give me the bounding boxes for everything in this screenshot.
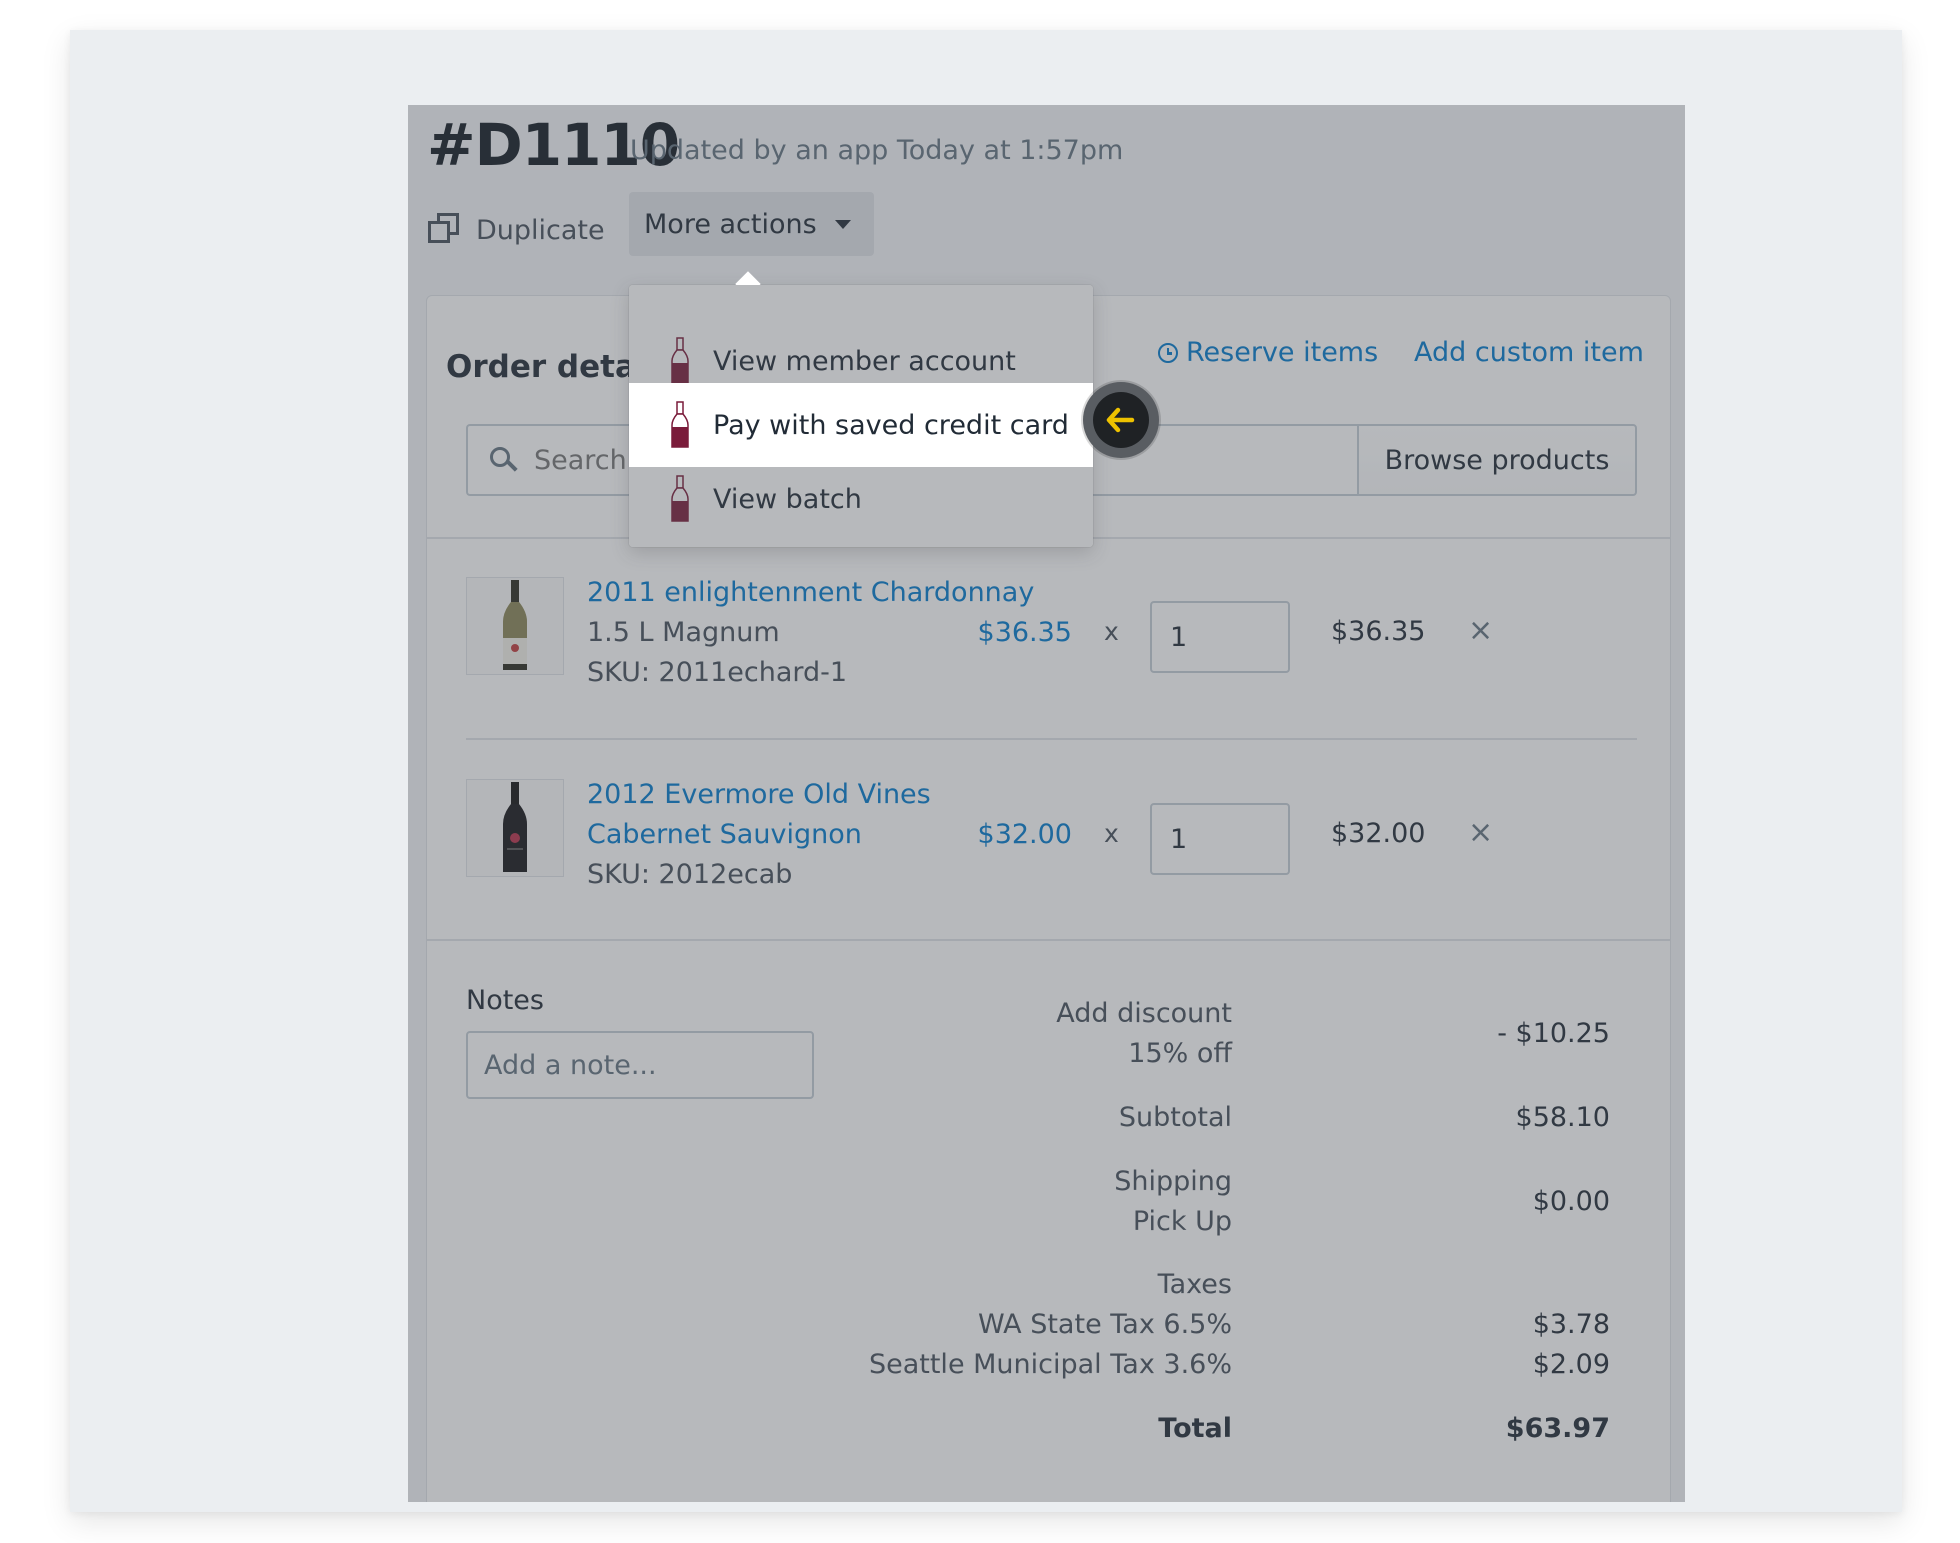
screenshot-frame: #D1110 Updated by an app Today at 1:57pm… <box>70 30 1902 1512</box>
menu-item-pay-with-saved-credit-card[interactable]: Pay with saved credit card <box>629 383 1093 467</box>
order-page: #D1110 Updated by an app Today at 1:57pm… <box>408 105 1685 1502</box>
more-actions-menu: View member account Pay with saved credi… <box>629 271 1093 547</box>
menu-dim-bottom <box>629 467 1093 547</box>
wine-bottle-icon <box>671 401 689 448</box>
pointer-indicator <box>1083 382 1159 458</box>
menu-dim-top <box>629 285 1093 383</box>
arrow-left-icon <box>1106 407 1135 433</box>
menu-item-label: Pay with saved credit card <box>713 409 1069 441</box>
